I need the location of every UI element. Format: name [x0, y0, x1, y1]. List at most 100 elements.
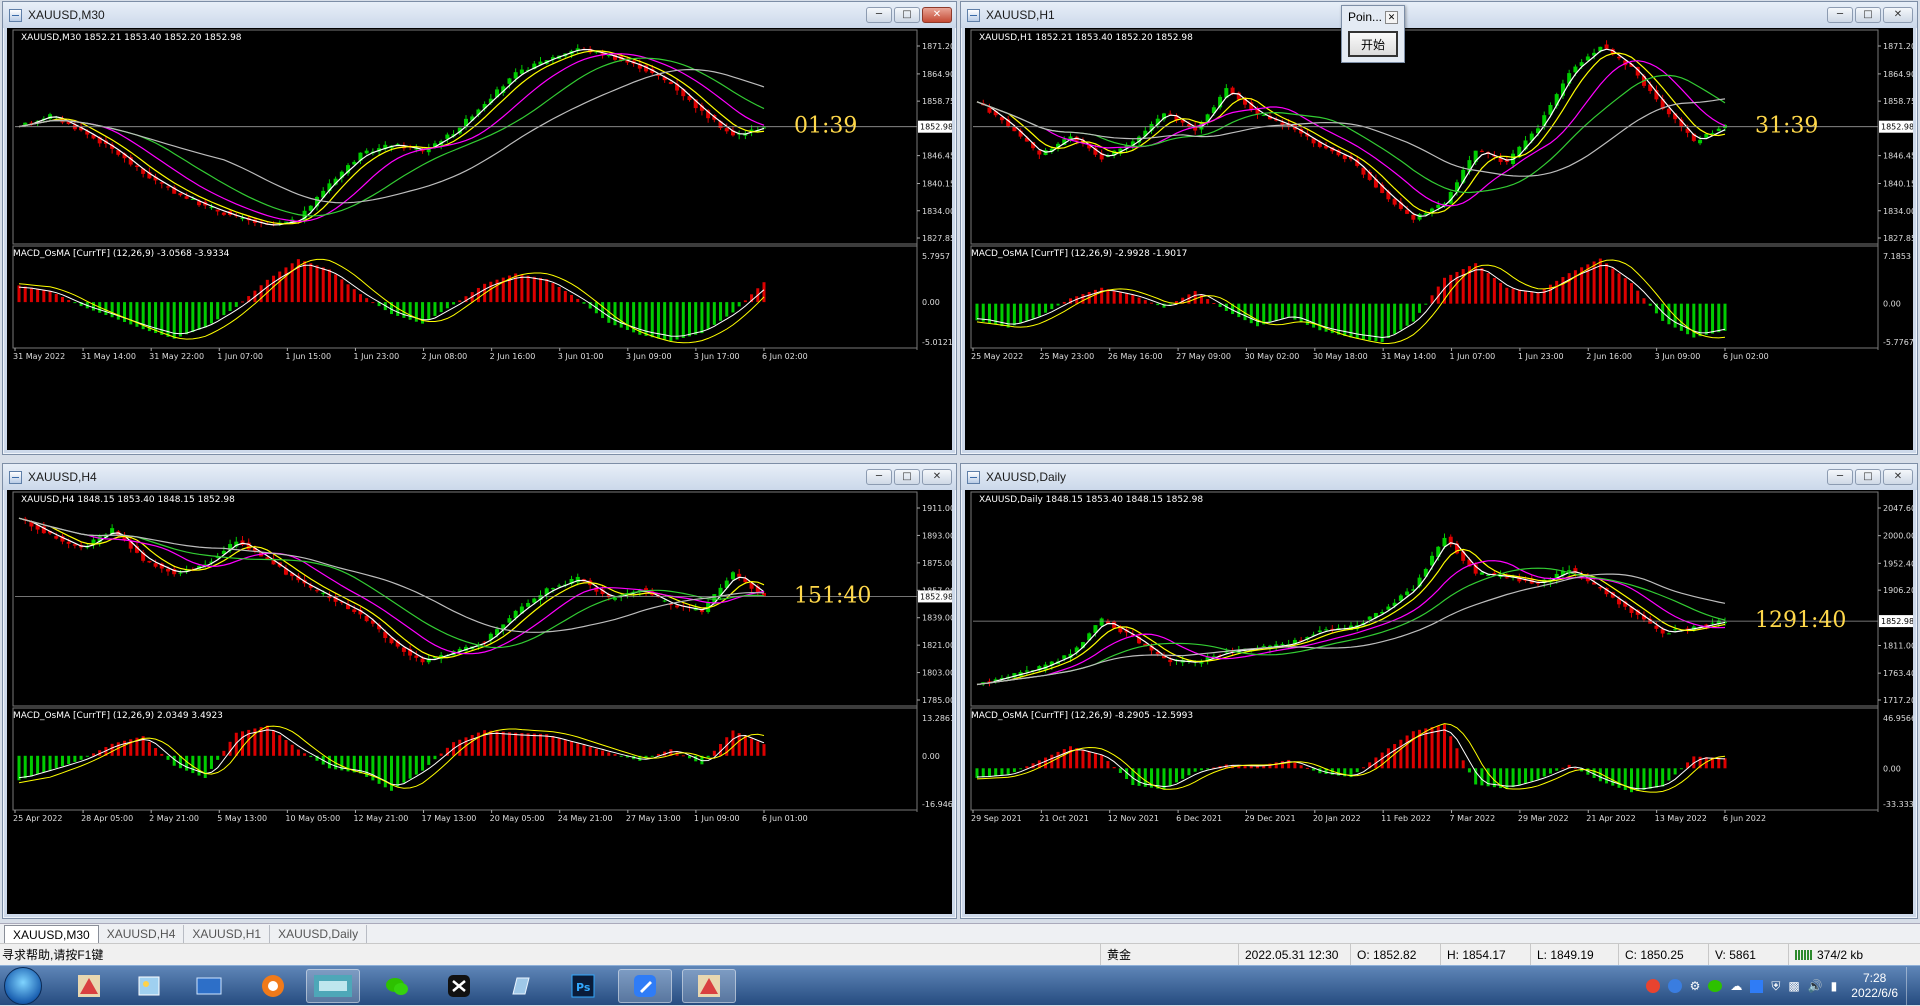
time-tick-label: 20 Jan 2022 — [1313, 814, 1361, 823]
close-button[interactable]: ✕ — [922, 7, 952, 23]
tab-xauusd-m30[interactable]: XAUUSD,M30 — [4, 925, 99, 943]
wechat-icon[interactable] — [370, 969, 424, 1003]
start-button[interactable] — [4, 967, 42, 1005]
minimize-button[interactable]: ─ — [1827, 7, 1853, 23]
time-tick-label: 25 May 2022 — [971, 352, 1023, 361]
help-icon[interactable] — [1667, 979, 1682, 993]
input-method-icon[interactable] — [1645, 979, 1660, 993]
chart-window-icon — [967, 470, 980, 484]
macd-histogram-bar — [1100, 755, 1104, 769]
popup-titlebar[interactable]: Poin... ✕ — [1342, 6, 1404, 28]
macd-histogram-bar — [1012, 768, 1016, 773]
close-button[interactable]: ✕ — [1883, 469, 1913, 485]
photoshop-icon[interactable]: Ps — [556, 969, 610, 1003]
macd-histogram-bar — [706, 302, 710, 330]
macd-histogram-bar — [197, 755, 201, 776]
wechat-tray-icon[interactable] — [1708, 980, 1723, 992]
maximize-button[interactable]: □ — [894, 7, 920, 23]
candle-body — [1710, 133, 1715, 135]
tab-xauusd-h1[interactable]: XAUUSD,H1 — [184, 925, 271, 943]
macd-histogram-bar — [1686, 303, 1690, 335]
macd-histogram-bar — [433, 755, 437, 760]
macd-histogram-bar — [1717, 303, 1721, 333]
macd-histogram-bar — [731, 730, 735, 756]
macd-histogram-bar — [1100, 287, 1104, 304]
macd-tick-label: 0.00 — [1883, 300, 1901, 309]
taskbar-clock[interactable]: 7:28 2022/6/6 — [1851, 971, 1898, 1001]
macd-histogram-bar — [1361, 303, 1365, 340]
minimize-button[interactable]: ─ — [866, 7, 892, 23]
feishu-tray-icon[interactable] — [1750, 979, 1764, 993]
candle-body — [1037, 150, 1042, 155]
price-chart[interactable]: XAUUSD,M30 1852.21 1853.40 1852.20 1852.… — [7, 28, 952, 450]
candle-body — [66, 541, 71, 544]
macd-histogram-bar — [1542, 288, 1546, 304]
macd-tick-label: 5.7957 — [922, 252, 950, 261]
time-tick-label: 3 Jun 17:00 — [694, 352, 740, 361]
desktop-app-icon[interactable] — [182, 969, 236, 1003]
network-icon[interactable]: ▩ — [1788, 979, 1799, 993]
macd-histogram-bar — [1019, 768, 1023, 770]
window-titlebar[interactable]: XAUUSD,Daily ─ □ ✕ — [961, 464, 1917, 490]
popup-start-button[interactable]: 开始 — [1348, 31, 1398, 57]
macd-histogram-bar — [1386, 303, 1390, 339]
capcut-icon[interactable] — [432, 969, 486, 1003]
notes-app-icon[interactable] — [494, 969, 548, 1003]
clock-date: 2022/6/6 — [1851, 986, 1898, 1000]
candle-body — [1099, 618, 1104, 626]
time-tick-label: 31 May 22:00 — [149, 352, 204, 361]
price-tick-label: 1893.00 — [922, 531, 952, 540]
signal-icon[interactable]: ▮ — [1831, 979, 1838, 993]
feishu-icon[interactable] — [618, 969, 672, 1003]
candle-body — [668, 82, 673, 85]
window-titlebar[interactable]: XAUUSD,H4 ─ □ ✕ — [3, 464, 956, 490]
close-button[interactable]: ✕ — [922, 469, 952, 485]
tab-xauusd-daily[interactable]: XAUUSD,Daily — [270, 925, 368, 943]
macd-histogram-bar — [309, 263, 313, 303]
photos-app-icon[interactable] — [122, 969, 176, 1003]
macd-histogram-bar — [987, 768, 991, 777]
macd-histogram-bar — [1274, 762, 1278, 769]
macd-histogram-bar — [514, 732, 518, 756]
points-popup-window[interactable]: Poin... ✕ 开始 — [1341, 5, 1405, 63]
cloud-icon[interactable]: ☁ — [1730, 979, 1742, 993]
price-tick-label: 1911.00 — [922, 504, 952, 513]
settings-icon[interactable]: ⚙ — [1690, 979, 1701, 993]
chart-window-h1[interactable]: XAUUSD,H1 ─ □ ✕ XAUUSD,H1 1852.21 1853.4… — [960, 1, 1918, 455]
minimize-button[interactable]: ─ — [866, 469, 892, 485]
maximize-button[interactable]: □ — [894, 469, 920, 485]
macd-histogram-bar — [1561, 767, 1565, 769]
chart-window-h4[interactable]: XAUUSD,H4 ─ □ ✕ XAUUSD,H4 1848.15 1853.4… — [2, 463, 957, 919]
price-tick-label: 1811.00 — [1883, 641, 1913, 650]
close-button[interactable]: ✕ — [1883, 7, 1913, 23]
shield-icon[interactable]: ⛨ — [1771, 979, 1780, 994]
maximize-button[interactable]: □ — [1855, 7, 1881, 23]
macd-histogram-bar — [1723, 303, 1727, 331]
metatrader-icon[interactable] — [682, 969, 736, 1003]
window-titlebar[interactable]: XAUUSD,M30 ─ □ ✕ — [3, 2, 956, 28]
price-chart[interactable]: XAUUSD,H4 1848.15 1853.40 1848.15 1852.9… — [7, 490, 952, 914]
macd-histogram-bar — [539, 733, 542, 756]
show-desktop-button[interactable] — [1906, 967, 1914, 1005]
minimize-button[interactable]: ─ — [1827, 469, 1853, 485]
status-help-text: 寻求帮助,请按F1键 — [2, 948, 104, 962]
macd-indicator-label: MACD_OsMA [CurrTF] (12,26,9) -3.0568 -3.… — [13, 249, 230, 259]
map-app-icon[interactable] — [62, 969, 116, 1003]
macd-histogram-bar — [1536, 292, 1540, 304]
symbol-ohlc-label: XAUUSD,Daily 1848.15 1853.40 1848.15 185… — [979, 495, 1203, 505]
browser-app-icon[interactable] — [246, 969, 300, 1003]
macd-histogram-bar — [650, 755, 654, 757]
price-chart[interactable]: XAUUSD,Daily 1848.15 1853.40 1848.15 185… — [965, 490, 1913, 914]
macd-histogram-bar — [36, 288, 40, 303]
game-app-icon[interactable] — [306, 969, 360, 1003]
maximize-button[interactable]: □ — [1855, 469, 1881, 485]
volume-icon[interactable]: 🔊 — [1808, 979, 1823, 993]
chart-window-daily[interactable]: XAUUSD,Daily ─ □ ✕ XAUUSD,Daily 1848.15 … — [960, 463, 1918, 919]
tab-xauusd-h4[interactable]: XAUUSD,H4 — [99, 925, 185, 943]
price-tick-label: 1834.00 — [922, 207, 952, 216]
price-chart[interactable]: XAUUSD,H1 1852.21 1853.40 1852.20 1852.9… — [965, 28, 1913, 450]
chart-window-m30[interactable]: XAUUSD,M30 ─ □ ✕ XAUUSD,M30 1852.21 1853… — [2, 1, 957, 455]
window-titlebar[interactable]: XAUUSD,H1 ─ □ ✕ — [961, 2, 1917, 28]
popup-close-icon[interactable]: ✕ — [1385, 10, 1398, 24]
window-title: XAUUSD,Daily — [986, 470, 1067, 484]
